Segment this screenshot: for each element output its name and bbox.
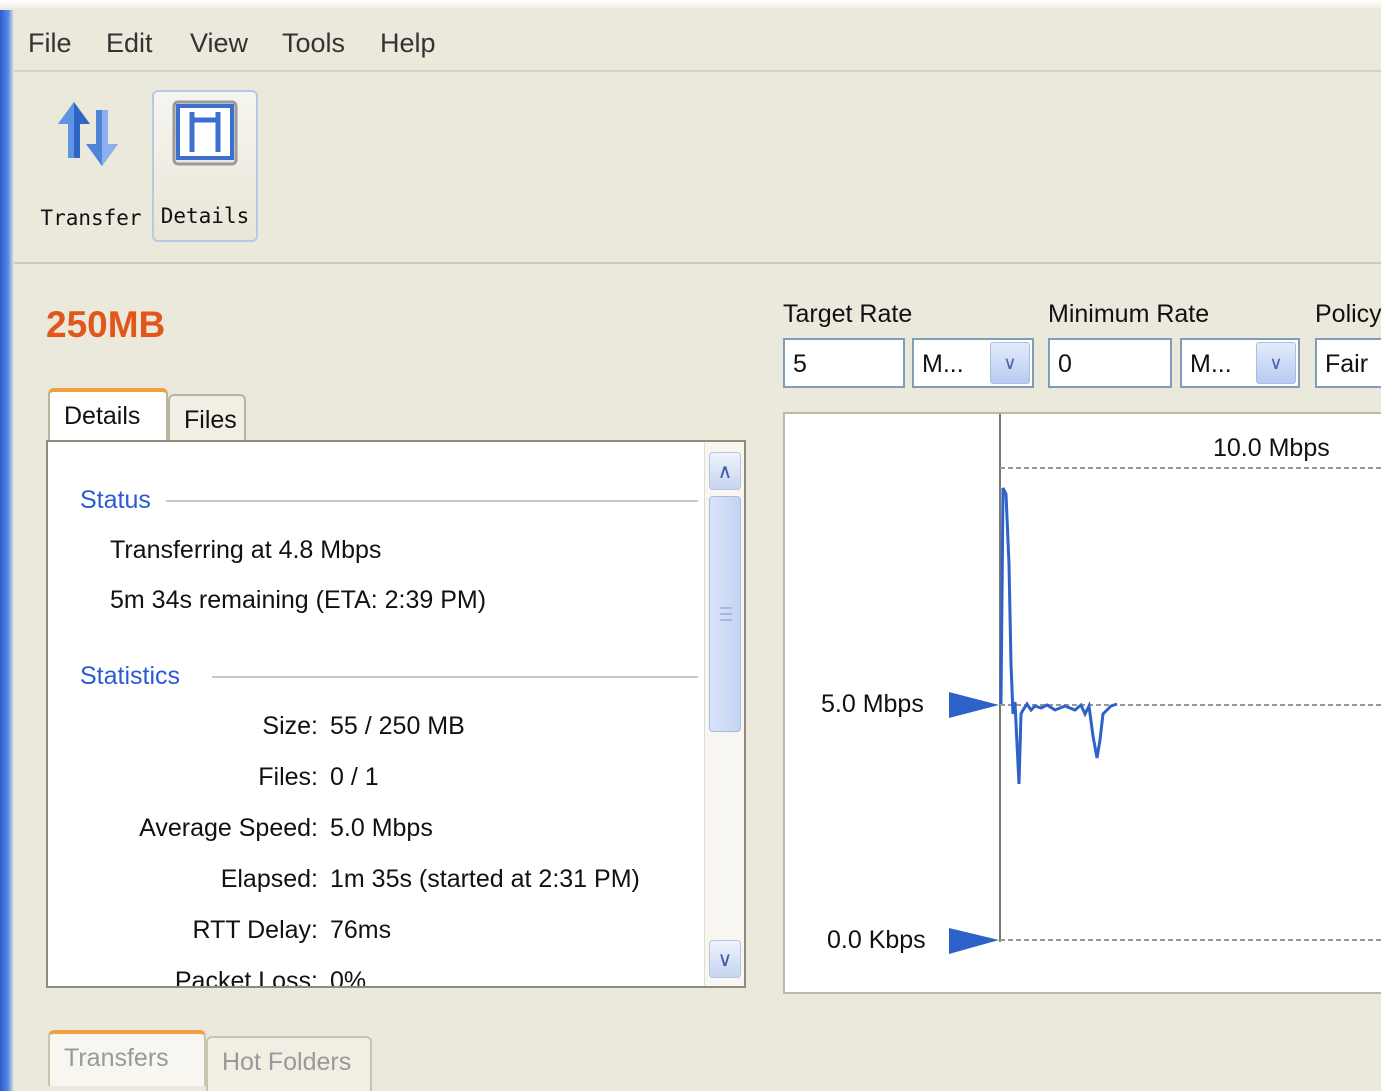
stat-size-value: 55 / 250 MB — [330, 712, 465, 740]
window-left-border — [0, 0, 14, 1091]
minimum-rate-label: Minimum Rate — [1048, 300, 1210, 328]
stat-rtt-value: 76ms — [330, 916, 392, 944]
details-label: Details — [160, 204, 250, 228]
target-rate-marker-icon — [949, 692, 999, 718]
menu-tools[interactable]: Tools — [282, 28, 345, 59]
transfer-arrows-icon — [58, 102, 118, 166]
tab-files[interactable]: Files — [168, 394, 246, 442]
tab-transfers[interactable]: Transfers — [48, 1030, 206, 1086]
rate-history-line — [999, 487, 1118, 785]
target-rate-unit-select[interactable]: M... ∨ — [912, 338, 1034, 388]
policy-select[interactable]: Fair — [1315, 338, 1381, 388]
scroll-down-icon[interactable]: ∨ — [709, 940, 741, 978]
menu-help[interactable]: Help — [380, 28, 436, 59]
stat-size-label: Size: — [262, 712, 318, 740]
window-top-border — [0, 0, 1381, 10]
target-rate-input[interactable]: 5 — [783, 338, 905, 388]
status-remaining-text: 5m 34s remaining (ETA: 2:39 PM) — [110, 586, 487, 614]
scroll-thumb[interactable] — [709, 496, 741, 732]
menu-edit[interactable]: Edit — [106, 28, 153, 59]
statistics-heading: Statistics — [80, 662, 181, 690]
details-scrollbar[interactable]: ∧ ∨ — [704, 442, 744, 986]
transfer-title: 250MB — [46, 304, 166, 345]
stat-elapsed-value: 1m 35s (started at 2:31 PM) — [330, 865, 640, 893]
transfer-rate-graph[interactable]: 10.0 Mbps 5.0 Mbps 0.0 Kbps — [783, 412, 1381, 994]
toolbar: Transfer Details — [14, 74, 1381, 264]
minimum-rate-input[interactable]: 0 — [1048, 338, 1172, 388]
menu-file[interactable]: File — [28, 28, 72, 59]
stat-files-label: Files: — [258, 763, 318, 791]
minimum-rate-unit-value: M... — [1190, 350, 1232, 378]
stat-speed-value: 5.0 Mbps — [330, 814, 433, 842]
stat-elapsed-label: Elapsed: — [220, 865, 318, 893]
policy-label: Policy — [1315, 300, 1381, 328]
chevron-down-icon[interactable]: ∨ — [1256, 342, 1296, 384]
policy-value: Fair — [1325, 350, 1369, 378]
tab-details[interactable]: Details — [48, 388, 168, 444]
details-window-icon — [172, 100, 238, 166]
target-rate-unit-value: M... — [922, 350, 964, 378]
stat-files-value: 0 / 1 — [330, 763, 379, 791]
stat-rtt-label: RTT Delay: — [192, 916, 318, 944]
target-rate-label: Target Rate — [783, 300, 913, 328]
status-rate-text: Transferring at 4.8 Mbps — [110, 536, 382, 564]
transfer-label: Transfer — [40, 206, 142, 230]
stat-loss-label: Packet Loss: — [174, 967, 318, 988]
status-divider — [166, 500, 698, 502]
chevron-down-icon[interactable]: ∨ — [990, 342, 1030, 384]
scroll-up-icon[interactable]: ∧ — [709, 452, 741, 490]
transfer-button[interactable]: Transfer — [38, 90, 144, 242]
stat-speed-label: Average Speed: — [139, 814, 318, 842]
rate-plot — [949, 414, 1381, 954]
minimum-rate-unit-select[interactable]: M... ∨ — [1180, 338, 1300, 388]
menu-bar: File Edit View Tools Help — [14, 14, 1381, 72]
menu-view[interactable]: View — [190, 28, 248, 59]
details-panel: Status Transferring at 4.8 Mbps 5m 34s r… — [46, 440, 746, 988]
statistics-divider — [212, 676, 698, 678]
details-button[interactable]: Details — [152, 90, 258, 242]
minimum-rate-marker-icon — [949, 928, 999, 954]
status-heading: Status — [80, 486, 151, 514]
tab-hot-folders[interactable]: Hot Folders — [206, 1036, 372, 1091]
stat-loss-value: 0% — [330, 967, 367, 988]
